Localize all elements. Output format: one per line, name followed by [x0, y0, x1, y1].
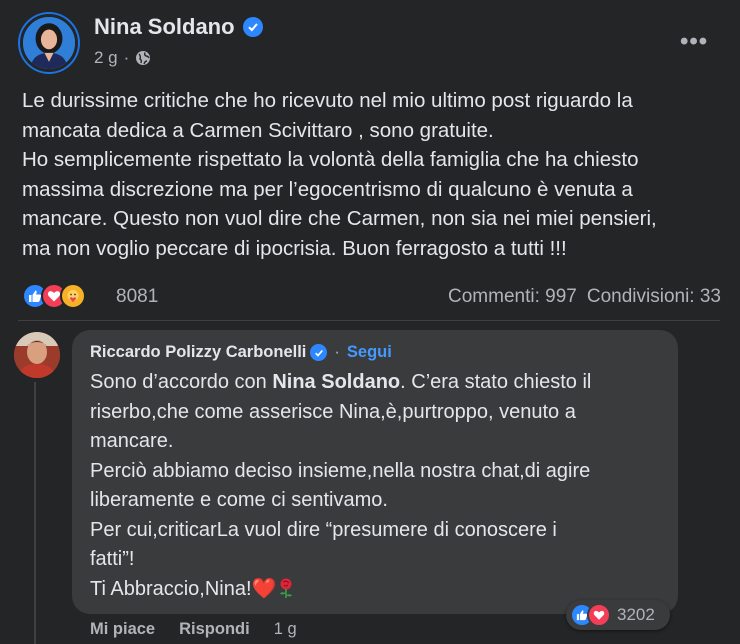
meta-dot: · — [123, 48, 130, 67]
comment-actions: Mi piace Rispondi 1 g — [90, 620, 297, 639]
comment-line: Per cui,criticarLa vuol dire “presumere … — [90, 518, 557, 541]
post-reactions[interactable] — [22, 283, 86, 309]
comment-text: Sono d’accordo con Nina Soldano. C’era s… — [90, 368, 670, 604]
comment-line: liberamente e come ci sentivamo. — [90, 489, 388, 511]
divider — [18, 320, 720, 321]
like-button[interactable]: Mi piace — [90, 620, 155, 639]
shares-count[interactable]: Condivisioni: 33 — [587, 286, 721, 308]
comment-line: Sono d’accordo con Nina Soldano. C’era s… — [90, 371, 592, 393]
comment-reactions[interactable]: 3202 — [566, 600, 670, 630]
follow-separator: · — [334, 343, 340, 361]
post-time[interactable]: 2 g — [94, 48, 118, 68]
mention-link[interactable]: Nina Soldano — [272, 371, 400, 393]
reaction-count[interactable]: 8081 — [116, 286, 158, 308]
post-author-name[interactable]: Nina Soldano — [94, 14, 235, 40]
more-options-button[interactable]: ••• — [680, 28, 708, 56]
comment-header: Riccardo Polizzy Carbonelli · Segui — [90, 343, 392, 362]
comment-line: riserbo,che come asserisce Nina,è,purtro… — [90, 400, 576, 423]
verified-badge-icon — [242, 17, 263, 37]
love-icon — [587, 603, 611, 627]
post-stats: Commenti: 997 Condivisioni: 33 — [448, 286, 721, 308]
comment-line: mancare. — [90, 430, 174, 452]
care-icon — [60, 283, 86, 309]
reply-button[interactable]: Rispondi — [179, 620, 250, 639]
comments-count[interactable]: Commenti: 997 — [448, 286, 577, 308]
comment-line: fatti”! — [90, 548, 135, 570]
commenter-avatar[interactable] — [14, 332, 60, 378]
rose-emoji-icon — [280, 578, 293, 598]
heart-emoji: ❤️ — [251, 577, 277, 600]
verified-badge-icon — [310, 344, 328, 361]
post-text: Le durissime critiche che ho ricevuto ne… — [22, 89, 657, 260]
thread-line — [34, 382, 36, 644]
follow-button[interactable]: Segui — [347, 343, 392, 362]
comment-line: Perciò abbiamo deciso insieme,nella nost… — [90, 459, 591, 482]
commenter-name[interactable]: Riccardo Polizzy Carbonelli — [90, 343, 306, 362]
globe-icon — [136, 51, 151, 65]
comment-time[interactable]: 1 g — [274, 620, 297, 639]
comment-reaction-count: 3202 — [617, 605, 655, 624]
post-meta: 2 g · — [94, 48, 151, 68]
author-avatar[interactable] — [20, 14, 78, 72]
post-author[interactable]: Nina Soldano — [94, 14, 263, 40]
